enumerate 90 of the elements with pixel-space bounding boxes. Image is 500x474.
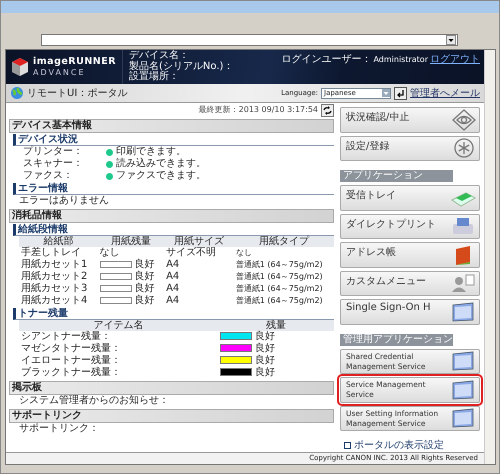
printer-icon (450, 216, 476, 236)
table-cell-text: 用紙カセット4 (20, 295, 88, 307)
application-button[interactable]: Single Sign-On H (340, 299, 480, 324)
paper-amount-text: 良好 (134, 259, 155, 270)
section-header: サポートリンク (9, 409, 334, 423)
paper-meter (100, 284, 132, 292)
toner-reading: 良好 (254, 355, 275, 366)
subsection-header: エラー情報 (13, 183, 334, 195)
toner-reading: 良好 (254, 343, 275, 354)
user-name: Administrator (373, 55, 428, 64)
column-header: 用紙タイプ (234, 236, 334, 247)
table-cell-text: 普通紙1 (64～75g/m2) (234, 283, 324, 295)
menu-button[interactable]: 設定/登録 (340, 136, 480, 161)
column-header: 用紙残量 (98, 236, 164, 247)
page-title: リモートUI：ポータル (27, 87, 128, 100)
column-header: 給紙部 (19, 236, 98, 247)
status-label: プリンター： (23, 146, 84, 158)
column-header: アイテム名 (19, 320, 218, 331)
table-cell-text: A4 (165, 271, 180, 283)
logout-link[interactable]: ログアウト (430, 52, 480, 66)
application-button[interactable]: カスタムメニュー (340, 270, 480, 296)
table-cell-text: 用紙カセット1 (20, 259, 88, 271)
menu-button[interactable]: 状況確認/中止 (340, 107, 480, 132)
table-cell: サイズ不明 (164, 247, 234, 259)
application-button[interactable]: アドレス帳 (340, 242, 480, 268)
group-header: アプリケーション (340, 170, 453, 182)
table-cell-text: 普通紙1 (64～75g/m2) (234, 271, 324, 283)
table-cell-text: 普通紙1 (64～75g/m2) (234, 295, 324, 307)
column-header: 残量 (218, 320, 334, 331)
address-field[interactable] (41, 34, 458, 46)
table-cell: なし (234, 247, 334, 259)
paper-meter (100, 260, 132, 268)
table-cell-text: A4 (165, 259, 180, 271)
status-text: ファクスできます。 (116, 170, 206, 182)
portal-settings-link[interactable]: ポータルの表示設定 (354, 438, 444, 452)
section-header: 掲示板 (9, 381, 334, 395)
paper-amount-text: 良好 (134, 283, 155, 294)
column-header: 用紙サイズ (164, 236, 234, 247)
paper-amount-text: 良好 (134, 295, 155, 306)
scrollbar[interactable] (484, 50, 495, 464)
paper-meter (100, 296, 132, 304)
person-icon (450, 273, 476, 294)
paper-meter (100, 272, 132, 280)
device-field-label: 製品名(シリアルNo.)： (129, 62, 234, 72)
square-bullet-icon (344, 442, 351, 448)
apply-icon[interactable] (394, 86, 407, 100)
bulletin-text: システム管理者からのお知らせ： (19, 395, 169, 406)
window-icon (450, 351, 476, 372)
table-cell-text: A4 (165, 283, 180, 295)
table-cell-text: 用紙カセット3 (20, 283, 88, 295)
support-link-text: サポートリンク： (19, 423, 99, 434)
status-label: スキャナー： (23, 158, 84, 170)
eye-icon (452, 108, 476, 131)
asterisk-icon (452, 137, 476, 160)
login-user-label: ログインユーザー： (281, 53, 372, 66)
status-text: 印刷できます。 (116, 146, 186, 158)
table-cell: シアントナー残量： (19, 331, 218, 343)
cube-logo-icon (10, 57, 30, 77)
application-button[interactable]: ダイレクトプリント (340, 214, 480, 239)
mail-admin-link[interactable]: 管理者へメール (410, 86, 480, 100)
table-cell: なし (98, 247, 164, 259)
subsection-header: デバイス状況 (13, 134, 334, 146)
section-header: デバイス基本情報 (9, 119, 334, 133)
table-cell-text: ブラックトナー残量： (20, 367, 122, 379)
status-label: ファクス： (23, 170, 74, 182)
table-cell-text: 普通紙1 (64～75g/m2) (234, 259, 324, 271)
refresh-icon[interactable] (321, 104, 334, 116)
window-icon (450, 302, 476, 322)
table-cell-text: マゼンタトナー残量： (20, 343, 122, 354)
group-header: 管理用アプリケーション (340, 334, 453, 346)
device-field-label: デバイス名： (129, 51, 190, 61)
section-header: 消耗品情報 (9, 209, 334, 223)
error-text: エラーはありません (19, 195, 109, 206)
window-icon (450, 380, 476, 400)
table-cell-text: 用紙カセット2 (20, 271, 88, 283)
window-icon (450, 408, 476, 428)
product-logo-text: imageRUNNER (33, 56, 116, 67)
globe-icon (10, 86, 24, 100)
product-logo-subtext: ADVANCE (33, 67, 87, 78)
table-cell-text: イエロートナー残量： (20, 355, 122, 366)
last-updated-text: 最終更新：2013 09/10 3:17:54 (198, 104, 318, 116)
device-field-label: 設置場所： (129, 72, 180, 82)
table-cell-text: A4 (165, 295, 180, 307)
toner-reading: 良好 (254, 331, 275, 342)
toner-reading: 良好 (254, 367, 275, 378)
paper-amount-text: 良好 (134, 271, 155, 282)
status-text: 読み込みできます。 (116, 158, 206, 170)
table-cell: 手差しトレイ (19, 247, 98, 259)
application-button[interactable]: 受信トレイ (340, 185, 480, 210)
dropdown-arrow-icon (382, 88, 390, 96)
